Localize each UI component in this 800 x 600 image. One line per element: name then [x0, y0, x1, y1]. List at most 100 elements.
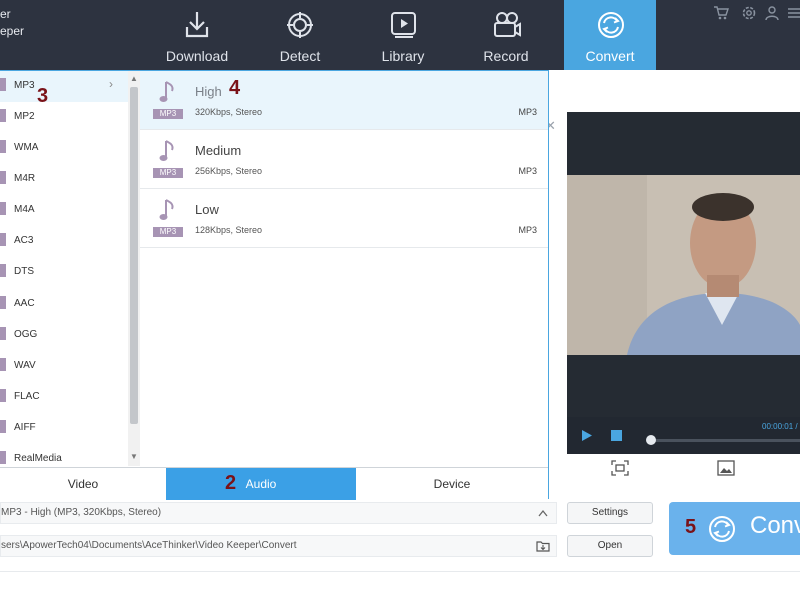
scroll-up-icon[interactable]: ▲	[130, 74, 138, 83]
format-item-aiff[interactable]: AIFF	[0, 413, 128, 444]
format-item-ac3[interactable]: AC3	[0, 226, 128, 257]
format-label: RealMedia	[14, 453, 62, 464]
audio-file-icon	[0, 202, 6, 215]
music-note-icon	[159, 81, 174, 102]
preset-name: Low	[195, 202, 219, 217]
format-item-ogg[interactable]: OGG	[0, 320, 128, 351]
menu-icon[interactable]	[787, 5, 800, 21]
format-label: AAC	[14, 298, 35, 309]
scrollbar-thumb[interactable]	[130, 87, 138, 424]
format-item-wma[interactable]: WMA	[0, 133, 128, 164]
image-icon[interactable]	[717, 460, 735, 476]
preset-format: MP3	[518, 225, 537, 235]
app-title: er eper	[0, 6, 24, 40]
format-item-m4r[interactable]: M4R	[0, 164, 128, 195]
nav-library[interactable]: Library	[357, 0, 449, 70]
user-icon[interactable]	[764, 5, 780, 21]
step-marker-5: 5	[685, 516, 697, 538]
audio-file-icon	[0, 451, 6, 464]
preset-description: 128Kbps, Stereo	[195, 225, 263, 235]
nav-detect[interactable]: Detect	[254, 0, 346, 70]
format-label: OGG	[14, 329, 38, 340]
step-marker-2: 2	[225, 472, 237, 494]
output-path-field[interactable]: sers\ApowerTech04\Documents\AceThinker\V…	[0, 535, 557, 557]
screenshot-icon[interactable]	[611, 460, 629, 476]
video-thumbnail	[567, 175, 800, 355]
preset-format: MP3	[518, 107, 537, 117]
nav-detect-label: Detect	[279, 48, 321, 64]
progress-track[interactable]	[650, 439, 800, 442]
mp3-badge: MP3	[153, 109, 183, 119]
open-button[interactable]: Open	[567, 535, 653, 557]
format-item-aac[interactable]: AAC	[0, 289, 128, 320]
nav-convert[interactable]: Convert	[564, 0, 656, 70]
mp3-badge: MP3	[153, 227, 183, 237]
output-path-value: sers\ApowerTech04\Documents\AceThinker\V…	[1, 540, 297, 551]
mp3-badge: MP3	[153, 168, 183, 178]
audio-file-icon	[0, 140, 6, 153]
audio-file-icon	[0, 109, 6, 122]
audio-file-icon	[0, 358, 6, 371]
playback-time: 00:00:01 /	[762, 422, 798, 431]
download-icon	[185, 12, 209, 38]
preset-medium[interactable]: MP3 Medium 256Kbps, Stereo MP3	[140, 130, 548, 189]
quality-preset-list: MP3 High 320Kbps, Stereo MP3 MP3 Medium …	[140, 71, 548, 466]
music-note-icon	[159, 199, 174, 220]
format-category-tabs: Video Audio Device	[0, 467, 548, 500]
audio-file-icon	[0, 264, 6, 277]
audio-file-icon	[0, 420, 6, 433]
nav-record-label: Record	[483, 48, 529, 64]
audio-file-icon	[0, 171, 6, 184]
nav-record[interactable]: Record	[460, 0, 552, 70]
output-profile-value: MP3 - High (MP3, 320Kbps, Stereo)	[1, 507, 162, 518]
format-label: AIFF	[14, 422, 36, 433]
scroll-down-icon[interactable]: ▼	[130, 452, 138, 461]
app-title-line2: eper	[0, 24, 25, 38]
format-label: WMA	[14, 142, 39, 153]
preset-low[interactable]: MP3 Low 128Kbps, Stereo MP3	[140, 189, 548, 248]
preset-description: 256Kbps, Stereo	[195, 166, 263, 176]
top-navigation-bar: er eper Download Detect Library Record C…	[0, 0, 800, 70]
tab-audio[interactable]: Audio	[166, 468, 356, 500]
format-list: MP3 › MP2 WMA M4R M4A AC3 DTS AAC OGG WA…	[0, 71, 128, 466]
preset-description: 320Kbps, Stereo	[195, 107, 263, 117]
format-item-wav[interactable]: WAV	[0, 351, 128, 382]
nav-download[interactable]: Download	[151, 0, 243, 70]
output-profile-select[interactable]: MP3 - High (MP3, 320Kbps, Stereo)	[0, 502, 557, 524]
format-label: DTS	[14, 266, 34, 277]
format-dropdown-panel: MP3 › MP2 WMA M4R M4A AC3 DTS AAC OGG WA…	[0, 70, 549, 500]
chevron-up-icon	[538, 509, 548, 517]
format-item-mp3[interactable]: MP3 ›	[0, 71, 128, 102]
audio-file-icon	[0, 233, 6, 246]
format-label: MP2	[14, 111, 35, 122]
format-label: AC3	[14, 235, 34, 246]
preset-high[interactable]: MP3 High 320Kbps, Stereo MP3	[140, 71, 548, 130]
settings-button[interactable]: Settings	[567, 502, 653, 524]
audio-file-icon	[0, 327, 6, 340]
audio-file-icon	[0, 296, 6, 309]
nav-convert-label: Convert	[585, 48, 635, 64]
nav-download-label: Download	[165, 48, 229, 64]
format-item-flac[interactable]: FLAC	[0, 382, 128, 413]
detect-icon	[287, 12, 313, 38]
format-item-mp2[interactable]: MP2	[0, 102, 128, 133]
convert-button[interactable]: 5 Conv	[669, 502, 800, 555]
cart-icon[interactable]	[713, 5, 729, 21]
convert-icon	[598, 12, 624, 38]
tab-video[interactable]: Video	[0, 468, 166, 500]
record-icon	[494, 12, 521, 37]
video-person-image	[567, 175, 800, 355]
format-item-realmedia[interactable]: RealMedia	[0, 444, 128, 466]
settings-icon[interactable]	[741, 5, 757, 21]
step-marker-3: 3	[37, 85, 49, 107]
stop-icon[interactable]	[611, 430, 622, 441]
format-list-scrollbar[interactable]: ▲ ▼	[128, 71, 140, 466]
folder-icon[interactable]	[536, 540, 550, 552]
format-item-m4a[interactable]: M4A	[0, 195, 128, 226]
progress-handle[interactable]	[646, 435, 656, 445]
play-icon[interactable]	[581, 429, 593, 442]
format-item-dts[interactable]: DTS	[0, 257, 128, 288]
step-marker-4: 4	[229, 77, 241, 99]
preset-format: MP3	[518, 166, 537, 176]
tab-device[interactable]: Device	[356, 468, 548, 500]
